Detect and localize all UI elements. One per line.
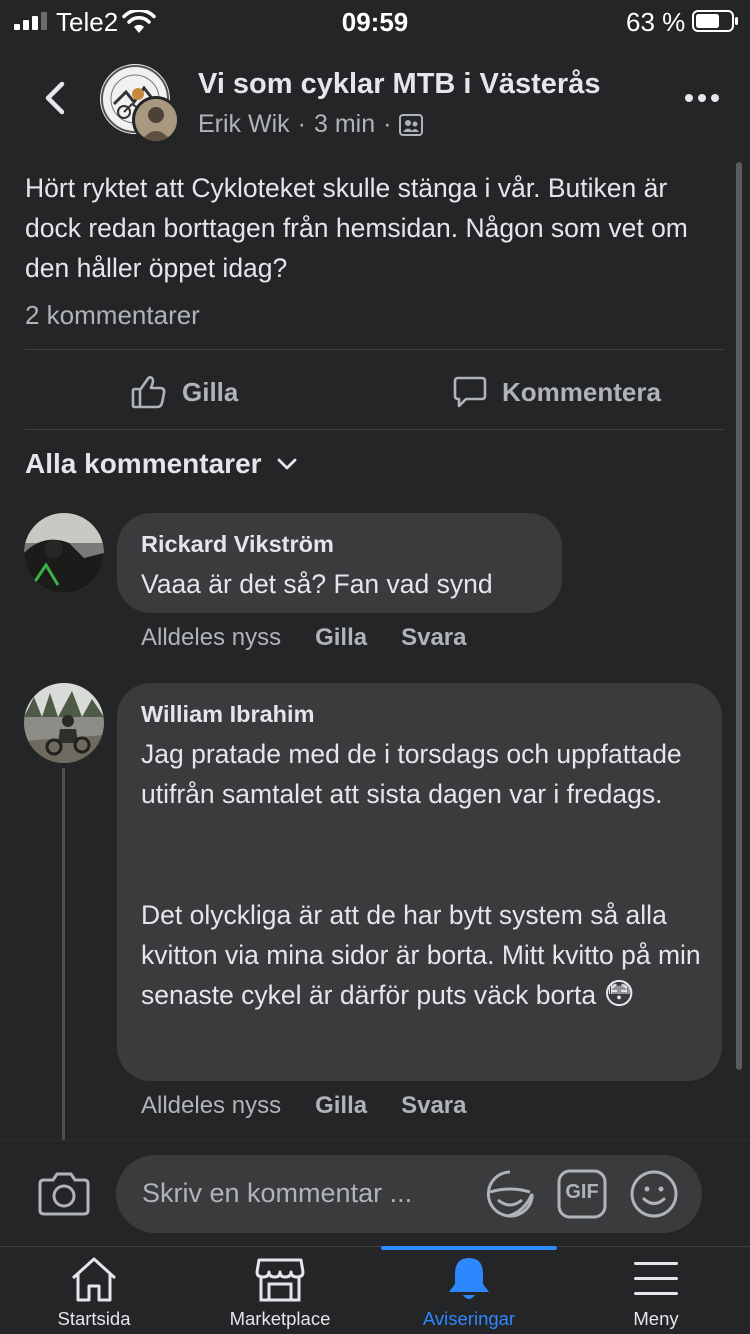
tab-label: Marketplace [229, 1308, 331, 1329]
commenter-photo-icon [24, 513, 104, 593]
meta-separator: · [297, 110, 306, 138]
tab-label: Meny [633, 1308, 679, 1329]
camera-icon[interactable] [38, 1170, 90, 1216]
chevron-down-icon [277, 458, 296, 470]
post-meta: Erik Wik · 3 min · [198, 110, 424, 139]
commenter-avatar[interactable] [24, 683, 104, 763]
comment-button[interactable]: Kommentera [452, 370, 661, 414]
post-time[interactable]: 3 min [314, 110, 375, 139]
comment-text: Vaaa är det så? Fan vad synd [141, 569, 493, 599]
back-chevron-icon[interactable] [34, 76, 78, 120]
bell-icon [449, 1258, 489, 1299]
comment-reply-button[interactable]: Svara [401, 624, 466, 652]
tab-label: Aviseringar [422, 1308, 516, 1329]
marketplace-icon [255, 1258, 305, 1302]
sticker-icon[interactable] [484, 1168, 536, 1220]
comment-reply-button[interactable]: Svara [401, 1092, 466, 1120]
divider [25, 349, 725, 350]
tab-marketplace[interactable]: Marketplace [186, 1246, 374, 1334]
thumbs-up-icon [131, 376, 166, 409]
gif-label: GIF [565, 1181, 599, 1203]
comment-filter-label: Alla kommentarer [25, 448, 262, 479]
commenter-avatar[interactable] [24, 513, 104, 593]
emoji-icon[interactable] [628, 1168, 680, 1220]
like-button[interactable]: Gilla [130, 370, 238, 414]
poster-avatar[interactable] [132, 96, 180, 144]
status-bar: Tele2 09:59 63 % [0, 0, 750, 44]
tab-notifications[interactable]: Aviseringar [375, 1246, 563, 1334]
group-members-icon [399, 113, 424, 136]
more-dots-icon[interactable] [684, 88, 720, 108]
battery-icon [692, 10, 738, 32]
comment-author[interactable]: Rickard Vikström [141, 531, 334, 558]
scroll-indicator[interactable] [736, 162, 742, 1070]
post-text: Hört ryktet att Cykloteket skulle stänga… [25, 173, 688, 283]
comment-like-button[interactable]: Gilla [315, 624, 367, 652]
comment-input-placeholder: Skriv en kommentar ... [142, 1178, 413, 1208]
commenter-photo-icon [24, 683, 104, 763]
comment-time: Alldeles nyss [141, 624, 282, 651]
tab-home[interactable]: Startsida [0, 1246, 188, 1334]
poster-name[interactable]: Erik Wik [198, 110, 290, 139]
flushed-emoji-icon: 😳 [603, 978, 635, 1011]
comment-text: Jag pratade med de i torsdags och uppfat… [141, 739, 682, 809]
comment-bubble-icon [453, 376, 487, 408]
comment-like-button[interactable]: Gilla [315, 1092, 367, 1120]
tab-menu[interactable]: Meny [562, 1246, 750, 1334]
divider [25, 429, 725, 430]
menu-icon [634, 1262, 678, 1295]
comment-label: Kommentera [502, 376, 661, 407]
like-label: Gilla [182, 376, 239, 407]
tab-label: Startsida [57, 1308, 131, 1329]
comment-actions: Alldeles nyss Gilla Svara [141, 624, 466, 652]
meta-separator: · [383, 110, 392, 138]
comment-author[interactable]: William Ibrahim [141, 701, 314, 728]
comment-time: Alldeles nyss [141, 1092, 282, 1119]
comment-actions: Alldeles nyss Gilla Svara [141, 1092, 466, 1120]
comment-count[interactable]: 2 kommentarer [25, 300, 200, 331]
comment-filter-dropdown[interactable]: Alla kommentarer [25, 448, 298, 480]
gif-button[interactable]: GIF [556, 1168, 608, 1220]
comment-text: Det olyckliga är att de har bytt system … [141, 895, 711, 1015]
group-name[interactable]: Vi som cyklar MTB i Västerås [198, 68, 600, 101]
thread-line [62, 768, 65, 1140]
home-icon [71, 1257, 117, 1302]
poster-photo-icon [135, 99, 177, 141]
battery-percent: 63 % [626, 7, 686, 37]
